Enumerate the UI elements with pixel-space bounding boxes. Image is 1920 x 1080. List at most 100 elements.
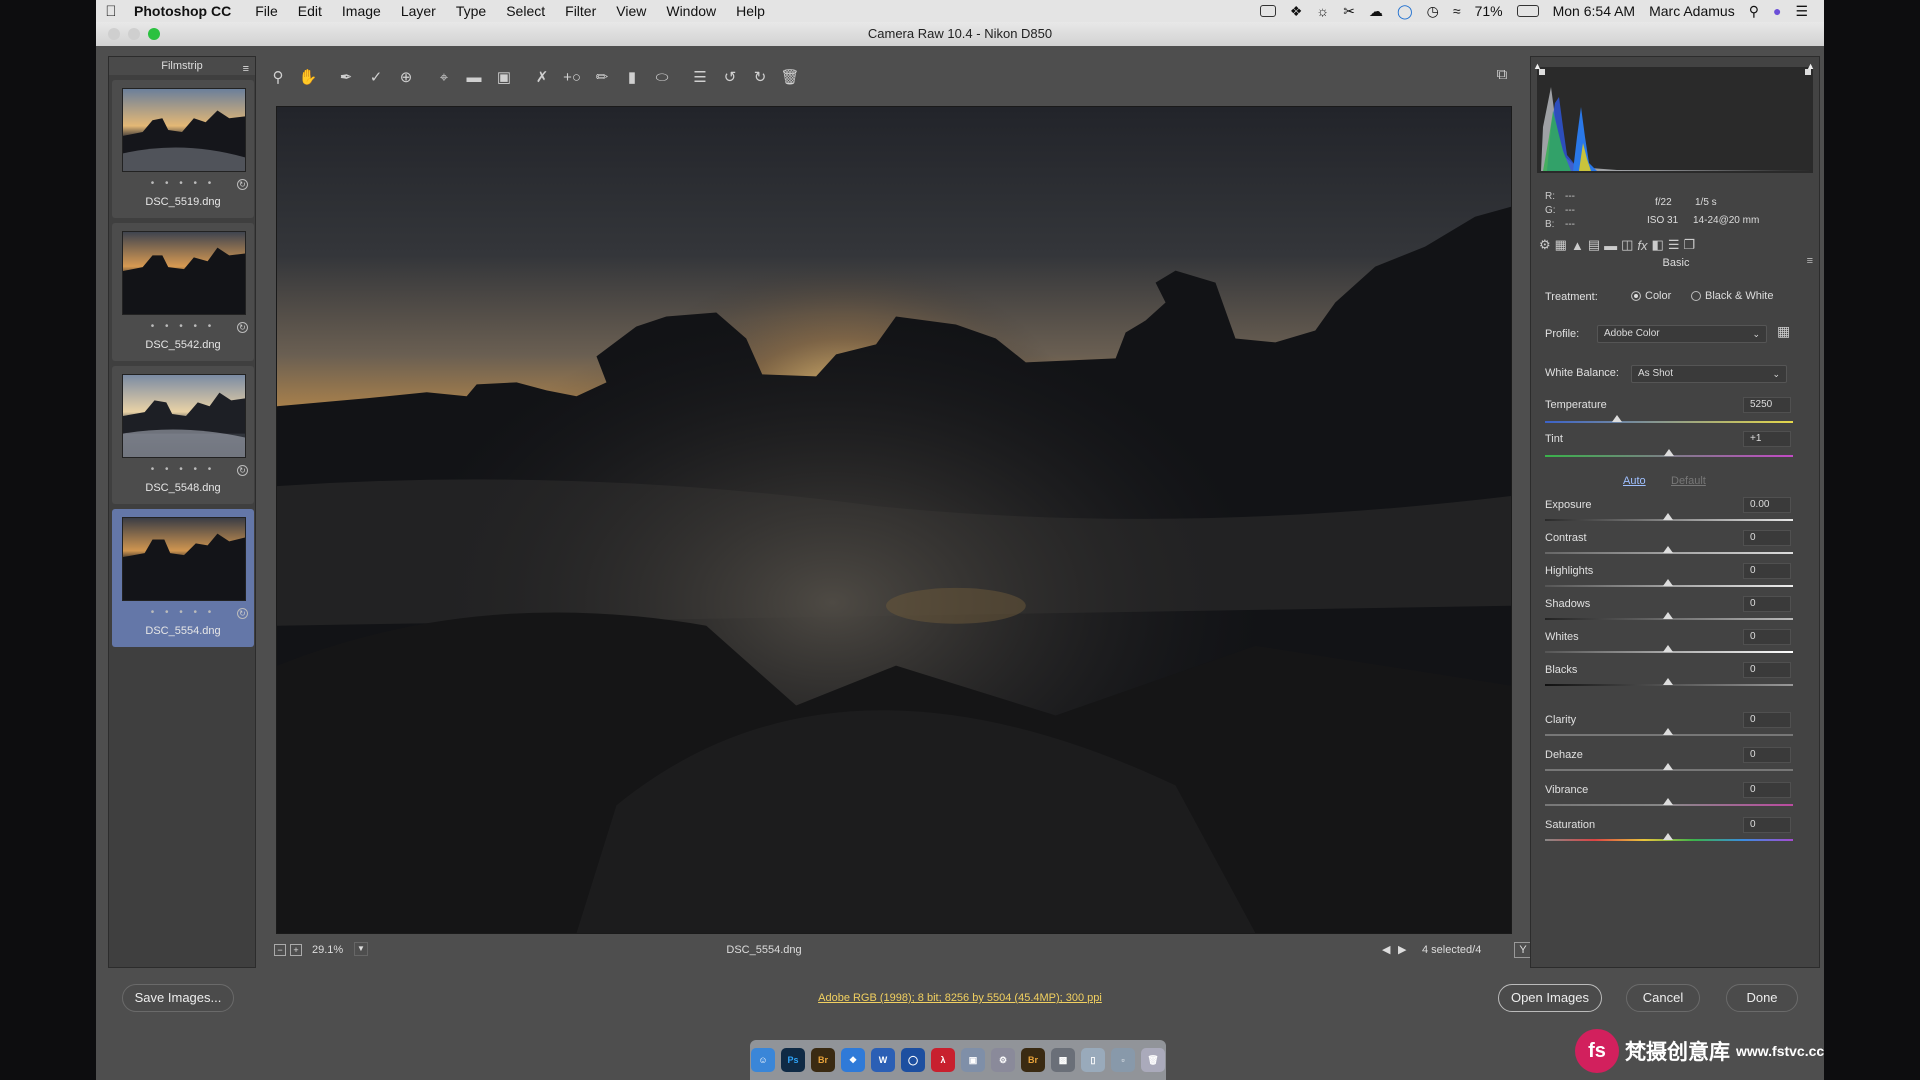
- menu-edit[interactable]: Edit: [298, 3, 322, 19]
- fullscreen-toggle-icon[interactable]: ⧉: [1490, 66, 1514, 88]
- menu-image[interactable]: Image: [342, 3, 381, 19]
- tint-slider-thumb[interactable]: [1664, 449, 1674, 456]
- trash-dock-icon[interactable]: 🗑: [1141, 1048, 1165, 1072]
- contrast-slider-thumb[interactable]: [1663, 546, 1673, 553]
- calibration-tab-icon[interactable]: ◧: [1652, 237, 1664, 253]
- previous-image-icon[interactable]: ◀: [1382, 943, 1390, 956]
- rating-stars[interactable]: • • • • •: [112, 178, 254, 189]
- preview-app-icon[interactable]: ▣: [961, 1048, 985, 1072]
- crop-icon[interactable]: ⌖: [430, 64, 458, 90]
- contrast-input[interactable]: 0: [1743, 530, 1791, 546]
- clock[interactable]: Mon 6:54 AM: [1553, 3, 1636, 19]
- open-images-button[interactable]: Open Images: [1498, 984, 1602, 1012]
- menu-file[interactable]: File: [255, 3, 278, 19]
- targeted-adjust-icon[interactable]: ⊕: [392, 64, 420, 90]
- cancel-button[interactable]: Cancel: [1626, 984, 1700, 1012]
- menu-layer[interactable]: Layer: [401, 3, 436, 19]
- battery-percent[interactable]: 71%: [1475, 3, 1503, 19]
- shadows-slider-thumb[interactable]: [1663, 612, 1673, 619]
- dropbox-icon[interactable]: ❖: [1290, 3, 1303, 20]
- shadow-clipping-warning-icon[interactable]: ▲: [1533, 61, 1542, 71]
- menu-help[interactable]: Help: [736, 3, 765, 19]
- bridge-dock-icon-2[interactable]: Br: [1021, 1048, 1045, 1072]
- screen-record-icon[interactable]: [1259, 5, 1276, 17]
- safari-icon[interactable]: ❖: [841, 1048, 865, 1072]
- user-name[interactable]: Marc Adamus: [1649, 3, 1735, 19]
- treatment-bw-radio[interactable]: Black & White: [1691, 290, 1773, 302]
- menu-filter[interactable]: Filter: [565, 3, 596, 19]
- white-balance-icon[interactable]: ✒: [332, 64, 360, 90]
- documents-icon[interactable]: ▫: [1111, 1048, 1135, 1072]
- auto-button[interactable]: Auto: [1623, 475, 1646, 487]
- temperature-slider-thumb[interactable]: [1612, 415, 1622, 422]
- color-sampler-icon[interactable]: ✓: [362, 64, 390, 90]
- scissors-icon[interactable]: ✂: [1343, 3, 1355, 20]
- effects-tab-icon[interactable]: fx: [1637, 238, 1647, 253]
- spot-removal-icon[interactable]: ✗: [528, 64, 556, 90]
- rating-stars[interactable]: • • • • •: [112, 464, 254, 475]
- apple-icon[interactable]: : [96, 3, 126, 20]
- notification-center-icon[interactable]: ☰: [1795, 3, 1808, 20]
- straighten-icon[interactable]: ▬: [460, 64, 488, 90]
- menu-type[interactable]: Type: [456, 3, 486, 19]
- bridge-dock-icon[interactable]: Br: [811, 1048, 835, 1072]
- cloud-icon[interactable]: ☁: [1369, 3, 1383, 20]
- menu-window[interactable]: Window: [666, 3, 716, 19]
- adjustment-brush-icon[interactable]: ✏: [588, 64, 616, 90]
- profile-browser-icon[interactable]: ▦: [1777, 323, 1790, 340]
- photoshop-dock-icon[interactable]: Ps: [781, 1048, 805, 1072]
- rating-stars[interactable]: • • • • •: [112, 321, 254, 332]
- shield-icon[interactable]: ◯: [1397, 3, 1413, 20]
- snapshots-tab-icon[interactable]: ❐: [1684, 237, 1696, 253]
- vibrance-input[interactable]: 0: [1743, 782, 1791, 798]
- exposure-input[interactable]: 0.00: [1743, 497, 1791, 513]
- tint-input[interactable]: +1: [1743, 431, 1791, 447]
- shadows-input[interactable]: 0: [1743, 596, 1791, 612]
- transform-icon[interactable]: ▣: [490, 64, 518, 90]
- browser-icon[interactable]: ◯: [901, 1048, 925, 1072]
- battery-icon[interactable]: [1516, 5, 1539, 17]
- filmstrip-item-selected[interactable]: • • • • • ↻ DSC_5554.dng: [112, 509, 254, 647]
- wifi-icon[interactable]: ≈: [1453, 3, 1461, 19]
- red-eye-icon[interactable]: +○: [558, 64, 586, 90]
- zoom-icon[interactable]: ⚲: [264, 64, 292, 90]
- tone-curve-tab-icon[interactable]: ▦: [1555, 237, 1567, 253]
- highlight-clipping-warning-icon[interactable]: ▲: [1806, 61, 1815, 71]
- system-preferences-icon[interactable]: ⚙: [991, 1048, 1015, 1072]
- close-window-icon[interactable]: [108, 28, 120, 40]
- highlights-slider-thumb[interactable]: [1663, 579, 1673, 586]
- white-balance-dropdown[interactable]: As Shot ⌄: [1631, 365, 1787, 383]
- next-image-icon[interactable]: ▶: [1398, 943, 1406, 956]
- default-button[interactable]: Default: [1671, 475, 1706, 487]
- rotate-left-icon[interactable]: ↺: [716, 64, 744, 90]
- profile-dropdown[interactable]: Adobe Color ⌄: [1597, 325, 1767, 343]
- rotate-right-icon[interactable]: ↻: [746, 64, 774, 90]
- filmstrip-item[interactable]: • • • • • ↻ DSC_5542.dng: [112, 223, 254, 361]
- blacks-slider-thumb[interactable]: [1663, 678, 1673, 685]
- radial-filter-icon[interactable]: ⬭: [648, 64, 676, 90]
- basic-tab-icon[interactable]: ⚙: [1539, 237, 1551, 253]
- menu-select[interactable]: Select: [506, 3, 545, 19]
- split-toning-tab-icon[interactable]: ▬: [1604, 238, 1617, 253]
- menu-view[interactable]: View: [616, 3, 646, 19]
- time-machine-icon[interactable]: ◷: [1427, 3, 1439, 20]
- highlights-input[interactable]: 0: [1743, 563, 1791, 579]
- graduated-filter-icon[interactable]: ▮: [618, 64, 646, 90]
- clarity-slider-thumb[interactable]: [1663, 728, 1673, 735]
- panel-menu-icon[interactable]: ≡: [1807, 255, 1813, 267]
- preferences-icon[interactable]: ☰: [686, 64, 714, 90]
- exposure-slider-thumb[interactable]: [1663, 513, 1673, 520]
- clarity-input[interactable]: 0: [1743, 712, 1791, 728]
- acrobat-icon[interactable]: λ: [931, 1048, 955, 1072]
- lens-corrections-tab-icon[interactable]: ◫: [1621, 237, 1633, 253]
- vibrance-slider-thumb[interactable]: [1663, 798, 1673, 805]
- zoom-window-icon[interactable]: [148, 28, 160, 40]
- filmstrip-menu-icon[interactable]: ≡: [243, 60, 249, 78]
- detail-tab-icon[interactable]: ▲: [1571, 238, 1584, 253]
- app-menu[interactable]: Photoshop CC: [134, 3, 231, 19]
- rating-stars[interactable]: • • • • •: [112, 607, 254, 618]
- saturation-input[interactable]: 0: [1743, 817, 1791, 833]
- presets-tab-icon[interactable]: ☰: [1668, 237, 1680, 253]
- blacks-input[interactable]: 0: [1743, 662, 1791, 678]
- dehaze-slider-thumb[interactable]: [1663, 763, 1673, 770]
